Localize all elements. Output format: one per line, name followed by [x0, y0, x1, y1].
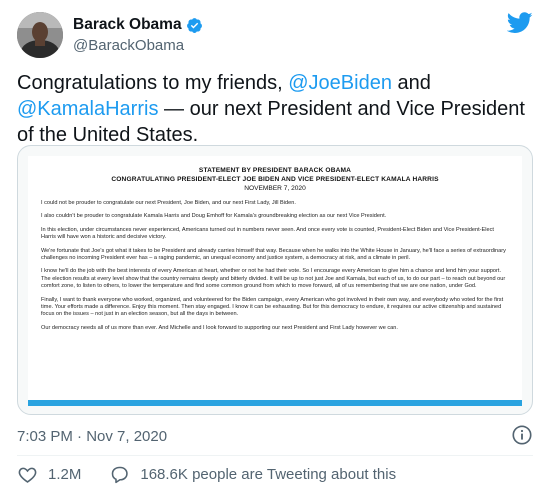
- statement-paragraph: In this election, under circumstances ne…: [41, 226, 494, 241]
- tweet-text-part: and: [391, 72, 431, 94]
- tweeting-about-link[interactable]: 168.6K people are Tweeting about this: [140, 466, 396, 483]
- avatar[interactable]: [17, 12, 63, 58]
- mention-joebiden[interactable]: @JoeBiden: [288, 72, 392, 94]
- display-name[interactable]: Barack Obama: [73, 16, 182, 34]
- info-icon[interactable]: [511, 424, 533, 446]
- statement-paragraph: We're fortunate that Joe's got what it t…: [41, 247, 506, 262]
- statement-subtitle: CONGRATULATING PRESIDENT-ELECT JOE BIDEN…: [111, 176, 439, 183]
- tweet-actions: 1.2M 168.6K people are Tweeting about th…: [17, 462, 396, 486]
- statement-paragraph: I know he'll do the job with the best in…: [41, 268, 506, 290]
- avatar-image: [17, 12, 63, 58]
- statement-title: STATEMENT BY PRESIDENT BARACK OBAMA: [198, 167, 352, 174]
- tweet-body: Congratulations to my friends, @JoeBiden…: [17, 70, 533, 148]
- tweet-header: Barack Obama @BarackObama: [17, 12, 533, 58]
- statement-accent-bar: [28, 400, 522, 406]
- statement-date: NOVEMBER 7, 2020: [244, 185, 306, 192]
- statement-document: STATEMENT BY PRESIDENT BARACK OBAMA CONG…: [28, 156, 522, 406]
- heart-icon[interactable]: [17, 464, 38, 485]
- tweet-timestamp[interactable]: 7:03 PM · Nov 7, 2020: [17, 428, 167, 445]
- verified-badge-icon: [186, 17, 202, 33]
- handle[interactable]: @BarackObama: [73, 37, 184, 54]
- divider: [17, 455, 533, 456]
- reply-icon[interactable]: [109, 464, 130, 485]
- statement-paragraph: Our democracy needs all of us more than …: [41, 324, 398, 331]
- statement-paragraph: I could not be prouder to congratulate o…: [41, 200, 296, 206]
- statement-image[interactable]: STATEMENT BY PRESIDENT BARACK OBAMA CONG…: [17, 145, 533, 415]
- mention-kamalaharris[interactable]: @KamalaHarris: [17, 98, 158, 120]
- statement-paragraph: Finally, I want to thank everyone who wo…: [41, 296, 504, 318]
- statement-paragraph: I also couldn't be prouder to congratula…: [41, 213, 387, 220]
- tweet-text-part: Congratulations to my friends,: [17, 72, 289, 94]
- like-count[interactable]: 1.2M: [48, 466, 81, 483]
- twitter-bird-icon[interactable]: [507, 12, 533, 34]
- name-row: Barack Obama: [73, 16, 203, 34]
